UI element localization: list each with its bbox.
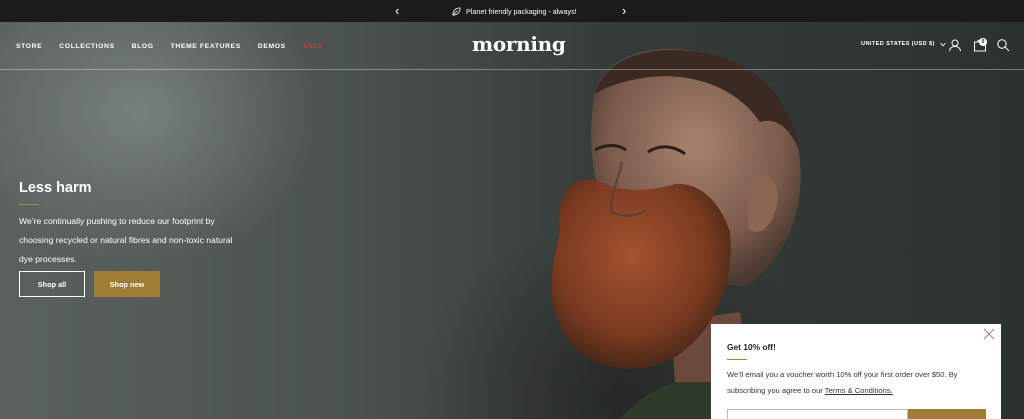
hero-description: We’re continually pushing to reduce our … <box>19 216 233 264</box>
popup-text: We’ll email you a voucher worth 10% off … <box>727 367 989 399</box>
main-nav: STORE COLLECTIONS BLOG THEME FEATURES DE… <box>16 22 323 70</box>
hero-divider <box>19 204 39 205</box>
announcement-text: Planet friendly packaging - always! <box>466 6 577 16</box>
nav-sale[interactable]: SALE <box>303 43 324 50</box>
shop-new-button[interactable]: Shop new <box>94 271 160 297</box>
popup-title: Get 10% off! <box>727 342 776 352</box>
site-header: STORE COLLECTIONS BLOG THEME FEATURES DE… <box>0 22 1024 70</box>
email-field[interactable] <box>727 409 908 419</box>
hero-title: Less harm <box>19 180 92 196</box>
leaf-icon <box>452 6 461 16</box>
account-icon[interactable] <box>948 38 962 52</box>
terms-link[interactable]: Terms & Conditions. <box>825 386 893 395</box>
chevron-down-icon <box>939 42 946 46</box>
announcement-bar: ‹ Planet friendly packaging - always! › <box>0 0 1024 22</box>
shop-all-button[interactable]: Shop all <box>19 271 85 297</box>
region-label: UNITED STATES (USD $) <box>861 41 935 47</box>
region-selector[interactable]: UNITED STATES (USD $) <box>861 41 946 47</box>
nav-collections[interactable]: COLLECTIONS <box>59 43 114 50</box>
subscribe-button[interactable] <box>908 409 986 419</box>
newsletter-popup: Get 10% off! We’ll email you a voucher w… <box>711 324 1001 419</box>
site-logo[interactable]: morning <box>472 32 566 56</box>
popup-divider <box>727 359 747 360</box>
announcement-message: Planet friendly packaging - always! <box>452 0 577 22</box>
close-icon[interactable] <box>983 328 995 340</box>
chevron-left-icon[interactable]: ‹ <box>395 3 399 19</box>
nav-demos[interactable]: DEMOS <box>258 43 286 50</box>
nav-store[interactable]: STORE <box>16 43 42 50</box>
search-icon[interactable] <box>996 38 1010 52</box>
chevron-right-icon[interactable]: › <box>622 3 626 19</box>
nav-theme-features[interactable]: THEME FEATURES <box>171 43 241 50</box>
nav-blog[interactable]: BLOG <box>132 43 154 50</box>
cart-count-badge: 0 <box>979 38 987 46</box>
